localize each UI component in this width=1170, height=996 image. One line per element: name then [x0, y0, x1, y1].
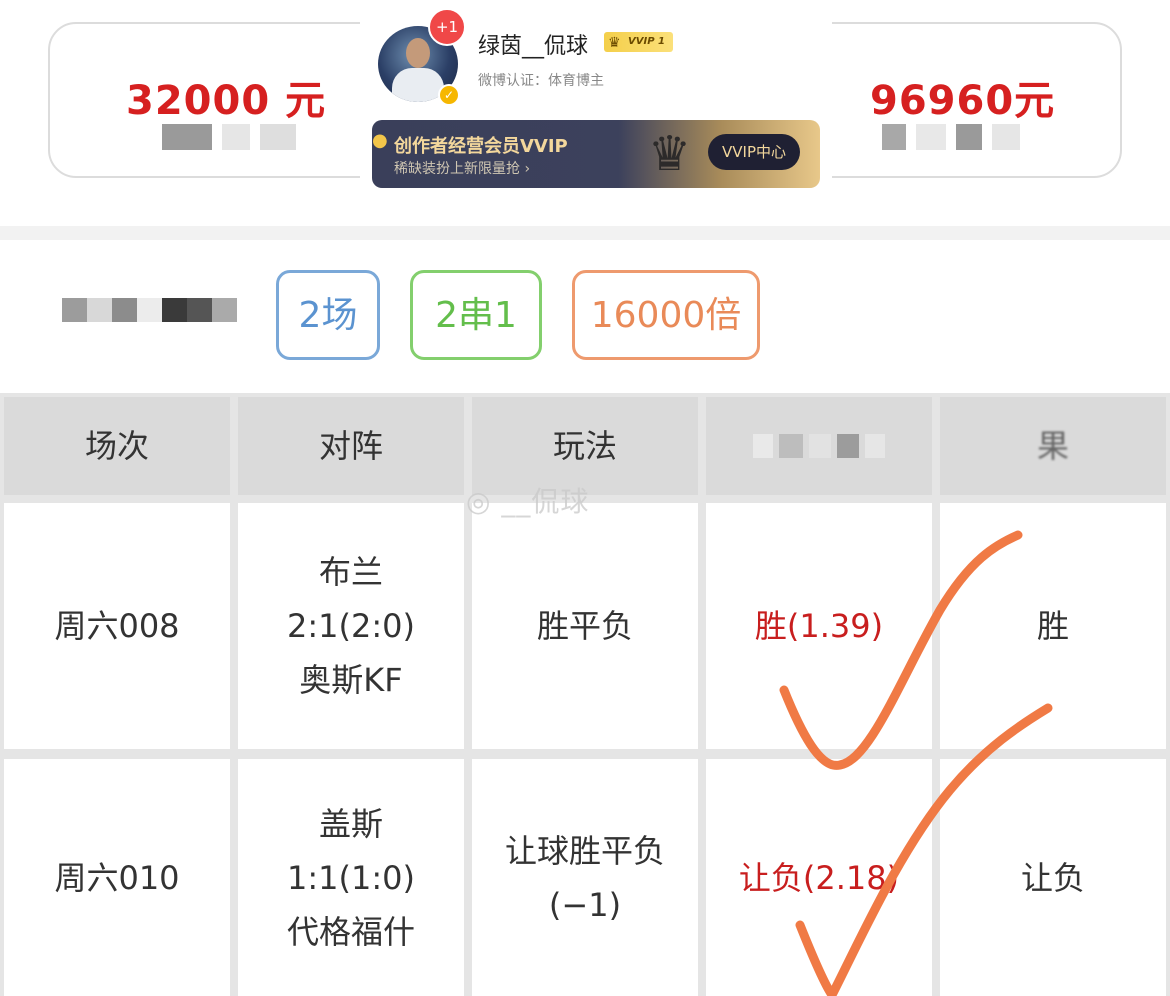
row2-pick: 让负(2.18): [706, 759, 932, 996]
redacted-header: [753, 434, 885, 458]
vvip-center-button[interactable]: VVIP中心: [708, 134, 800, 170]
vvip-banner[interactable]: ● 创作者经营会员VVIP 稀缺装扮上新限量抢 › ♛ VVIP中心: [372, 120, 820, 188]
row1-fixture: 布兰 2:1(2:0) 奥斯KF: [238, 503, 464, 749]
row2-score: 1:1(1:0): [287, 858, 415, 897]
certification-text: 微博认证：体育博主: [478, 73, 604, 89]
redacted-label: [882, 124, 1020, 150]
row1-home-team: 布兰: [318, 553, 383, 591]
section-divider: [0, 226, 1170, 240]
username[interactable]: 绿茵__侃球: [478, 28, 588, 60]
header-pick-redacted: [706, 397, 932, 495]
notification-badge[interactable]: +1: [428, 8, 466, 46]
multiplier-tag: 16000倍: [572, 270, 760, 360]
avatar-shirt: [392, 68, 444, 102]
header-result: 果: [940, 397, 1166, 495]
row2-away-team: 代格福什: [286, 912, 415, 951]
summary-card-left: 32000 元: [48, 22, 412, 178]
parlay-type-tag: 2串1: [410, 270, 542, 360]
match-count-tag: 2场: [276, 270, 380, 360]
crown-illustration-icon: ♛: [648, 126, 692, 182]
header-result-label: 果: [1036, 427, 1069, 465]
crown-icon: ♛: [608, 35, 621, 51]
redacted-label: [162, 124, 296, 150]
row2-play-type: 让球胜平负 (−1): [472, 759, 698, 996]
verified-icon: ✓: [438, 84, 460, 106]
payout-amount: 96960元: [870, 78, 1056, 124]
redacted-title: [62, 298, 237, 322]
row2-play-label: 让球胜平负: [504, 831, 665, 870]
row1-score: 2:1(2:0): [287, 607, 415, 645]
row2-match-no: 周六010: [4, 759, 230, 996]
watermark-text: __侃球: [501, 485, 590, 518]
avatar-head: [406, 38, 430, 68]
header-fixture: 对阵: [238, 397, 464, 495]
stake-amount: 32000 元: [126, 78, 327, 124]
row2-home-team: 盖斯: [318, 804, 383, 843]
banner-subtitle[interactable]: 稀缺装扮上新限量抢 ›: [394, 158, 530, 178]
vvip-level: VVIP 1: [628, 36, 665, 47]
row1-pick: 胜(1.39): [706, 503, 932, 749]
weibo-logo-icon: ●: [372, 130, 388, 151]
row2-handicap: (−1): [548, 885, 622, 924]
row1-play-type: 胜平负: [472, 503, 698, 749]
row1-result: 胜: [940, 503, 1166, 749]
weibo-profile-overlay: +1 ✓ 绿茵__侃球 ♛ VVIP 1 微博认证：体育博主 ● 创作者经营会员…: [360, 0, 832, 194]
row2-result: 让负: [940, 759, 1166, 996]
row2-fixture: 盖斯 1:1(1:0) 代格福什: [238, 759, 464, 996]
header-match-no: 场次: [4, 397, 230, 495]
vvip-badge[interactable]: ♛ VVIP 1: [604, 32, 673, 52]
weibo-watermark: ◎ __侃球: [466, 485, 590, 518]
banner-title: 创作者经营会员VVIP: [394, 136, 568, 157]
row1-away-team: 奥斯KF: [299, 661, 403, 699]
row1-match-no: 周六008: [4, 503, 230, 749]
